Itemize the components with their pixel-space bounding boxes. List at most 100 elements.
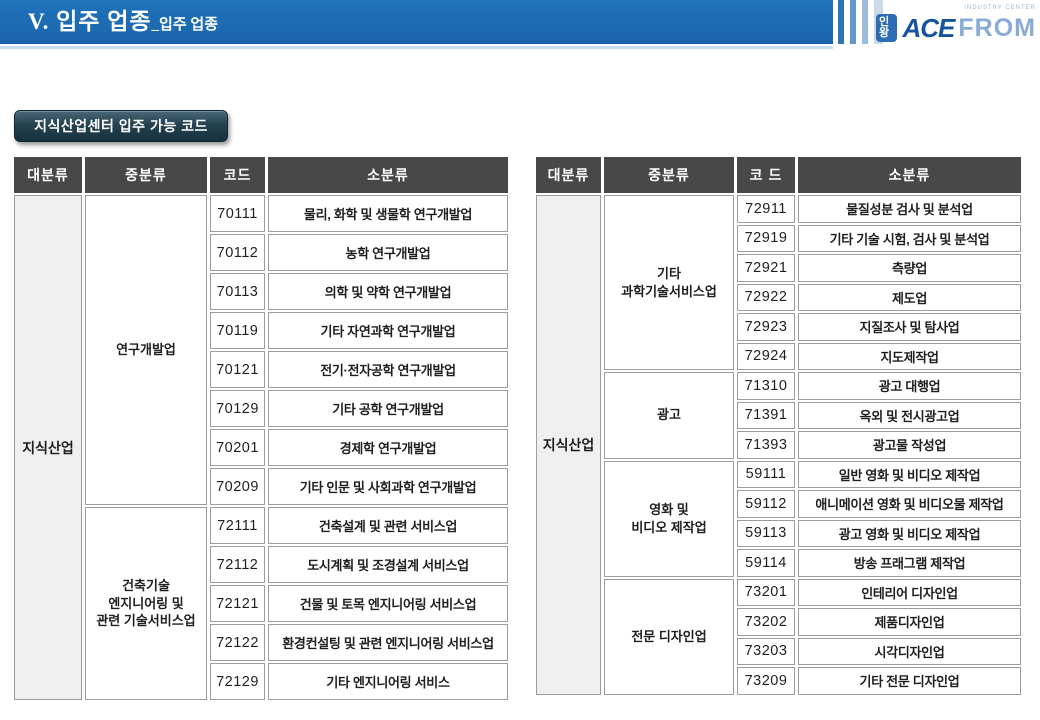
table-header-row: 대분류중분류코 드소분류 <box>536 157 1021 193</box>
industry-name-cell: 기타 공학 연구개발업 <box>268 390 508 427</box>
industry-name-cell: 제품디자인업 <box>798 608 1021 636</box>
industry-name-cell: 측량업 <box>798 254 1021 282</box>
mid-category-cell: 전문 디자인업 <box>604 579 734 695</box>
code-cell: 73201 <box>737 579 795 607</box>
table-row: 전문 디자인업73201인테리어 디자인업 <box>536 579 1021 607</box>
section-label: 지식산업센터 입주 가능 코드 <box>14 110 228 142</box>
column-header: 중분류 <box>604 157 734 193</box>
code-cell: 71393 <box>737 431 795 459</box>
code-cell: 70111 <box>210 195 265 232</box>
industry-name-cell: 방송 프래그램 제작업 <box>798 549 1021 577</box>
industry-name-cell: 옥외 및 전시광고업 <box>798 402 1021 430</box>
header-underline <box>0 46 833 49</box>
logo-tagline: INDUSTRY CENTER <box>964 5 1036 11</box>
code-cell: 72129 <box>210 663 265 700</box>
column-header: 코 드 <box>737 157 795 193</box>
industry-name-cell: 기타 인문 및 사회과학 연구개발업 <box>268 468 508 505</box>
code-cell: 59113 <box>737 520 795 548</box>
page-title-main: V. 입주 업종 <box>28 9 152 34</box>
industry-name-cell: 기타 엔지니어링 서비스 <box>268 663 508 700</box>
industry-name-cell: 광고물 작성업 <box>798 431 1021 459</box>
code-cell: 70121 <box>210 351 265 388</box>
company-logo: INDUSTRY CENTER 인왕 ACE FROM <box>876 12 1036 44</box>
table-row: 광고71310광고 대행업 <box>536 372 1021 400</box>
industry-name-cell: 건축설계 및 관련 서비스업 <box>268 507 508 544</box>
industry-name-cell: 제도업 <box>798 284 1021 312</box>
column-header: 소분류 <box>798 157 1021 193</box>
code-cell: 72919 <box>737 225 795 253</box>
industry-name-cell: 기타 전문 디자인업 <box>798 667 1021 695</box>
stripe-decoration <box>862 0 868 44</box>
code-cell: 71310 <box>737 372 795 400</box>
major-category-cell: 지식산업 <box>536 195 601 695</box>
column-header: 대분류 <box>536 157 601 193</box>
left-table-container: 대분류중분류코드소분류지식산업연구개발업70111물리, 화학 및 생물학 연구… <box>11 155 511 702</box>
code-cell: 70129 <box>210 390 265 427</box>
code-cell: 59114 <box>737 549 795 577</box>
code-cell: 72112 <box>210 546 265 583</box>
code-cell: 72922 <box>737 284 795 312</box>
stripe-decoration <box>850 0 856 44</box>
code-cell: 72923 <box>737 313 795 341</box>
industry-name-cell: 인테리어 디자인업 <box>798 579 1021 607</box>
industry-name-cell: 농학 연구개발업 <box>268 234 508 271</box>
code-cell: 71391 <box>737 402 795 430</box>
industry-name-cell: 지도제작업 <box>798 343 1021 371</box>
major-category-cell: 지식산업 <box>14 195 82 700</box>
code-tables-area: 대분류중분류코드소분류지식산업연구개발업70111물리, 화학 및 생물학 연구… <box>11 155 1024 702</box>
code-cell: 70119 <box>210 312 265 349</box>
code-cell: 72121 <box>210 585 265 622</box>
code-cell: 73202 <box>737 608 795 636</box>
mid-category-cell: 영화 및 비디오 제작업 <box>604 461 734 577</box>
code-cell: 70209 <box>210 468 265 505</box>
logo-brand-from: FROM <box>958 16 1036 41</box>
mid-category-cell: 연구개발업 <box>85 195 207 505</box>
mid-category-cell: 광고 <box>604 372 734 459</box>
industry-name-cell: 광고 영화 및 비디오 제작업 <box>798 520 1021 548</box>
code-cell: 59112 <box>737 490 795 518</box>
mid-category-cell: 건축기술 엔지니어링 및 관련 기술서비스업 <box>85 507 207 700</box>
code-cell: 72921 <box>737 254 795 282</box>
code-cell: 70201 <box>210 429 265 466</box>
page-title-sub: _입주 업종 <box>152 17 218 33</box>
table-header-row: 대분류중분류코드소분류 <box>14 157 508 193</box>
column-header: 대분류 <box>14 157 82 193</box>
table-row: 지식산업기타 과학기술서비스업72911물질성분 검사 및 분석업 <box>536 195 1021 223</box>
code-table-right: 대분류중분류코 드소분류지식산업기타 과학기술서비스업72911물질성분 검사 … <box>533 155 1024 697</box>
industry-name-cell: 애니메이션 영화 및 비디오물 제작업 <box>798 490 1021 518</box>
code-cell: 73209 <box>737 667 795 695</box>
code-cell: 59111 <box>737 461 795 489</box>
industry-name-cell: 지질조사 및 탐사업 <box>798 313 1021 341</box>
code-cell: 72911 <box>737 195 795 223</box>
stripe-decoration <box>838 0 844 44</box>
header-bar: V. 입주 업종_입주 업종 <box>0 0 833 44</box>
industry-name-cell: 물질성분 검사 및 분석업 <box>798 195 1021 223</box>
code-table-left: 대분류중분류코드소분류지식산업연구개발업70111물리, 화학 및 생물학 연구… <box>11 155 511 702</box>
code-cell: 70112 <box>210 234 265 271</box>
code-cell: 72924 <box>737 343 795 371</box>
industry-name-cell: 건물 및 토목 엔지니어링 서비스업 <box>268 585 508 622</box>
industry-name-cell: 도시계획 및 조경설계 서비스업 <box>268 546 508 583</box>
table-row: 지식산업연구개발업70111물리, 화학 및 생물학 연구개발업 <box>14 195 508 232</box>
table-row: 영화 및 비디오 제작업59111일반 영화 및 비디오 제작업 <box>536 461 1021 489</box>
page-title: V. 입주 업종_입주 업종 <box>0 0 833 47</box>
mid-category-cell: 기타 과학기술서비스업 <box>604 195 734 370</box>
industry-name-cell: 경제학 연구개발업 <box>268 429 508 466</box>
logo-brand-ace: ACE <box>902 15 954 41</box>
column-header: 코드 <box>210 157 265 193</box>
industry-name-cell: 시각디자인업 <box>798 638 1021 666</box>
industry-name-cell: 의학 및 약학 연구개발업 <box>268 273 508 310</box>
industry-name-cell: 물리, 화학 및 생물학 연구개발업 <box>268 195 508 232</box>
code-cell: 72111 <box>210 507 265 544</box>
slide: V. 입주 업종_입주 업종 INDUSTRY CENTER 인왕 ACE FR… <box>0 0 1040 720</box>
industry-name-cell: 일반 영화 및 비디오 제작업 <box>798 461 1021 489</box>
code-cell: 72122 <box>210 624 265 661</box>
industry-name-cell: 전기·전자공학 연구개발업 <box>268 351 508 388</box>
industry-name-cell: 광고 대행업 <box>798 372 1021 400</box>
table-row: 건축기술 엔지니어링 및 관련 기술서비스업72111건축설계 및 관련 서비스… <box>14 507 508 544</box>
logo-badge: 인왕 <box>876 14 897 42</box>
industry-name-cell: 기타 자연과학 연구개발업 <box>268 312 508 349</box>
code-cell: 73203 <box>737 638 795 666</box>
industry-name-cell: 환경컨설팅 및 관련 엔지니어링 서비스업 <box>268 624 508 661</box>
industry-name-cell: 기타 기술 시험, 검사 및 분석업 <box>798 225 1021 253</box>
